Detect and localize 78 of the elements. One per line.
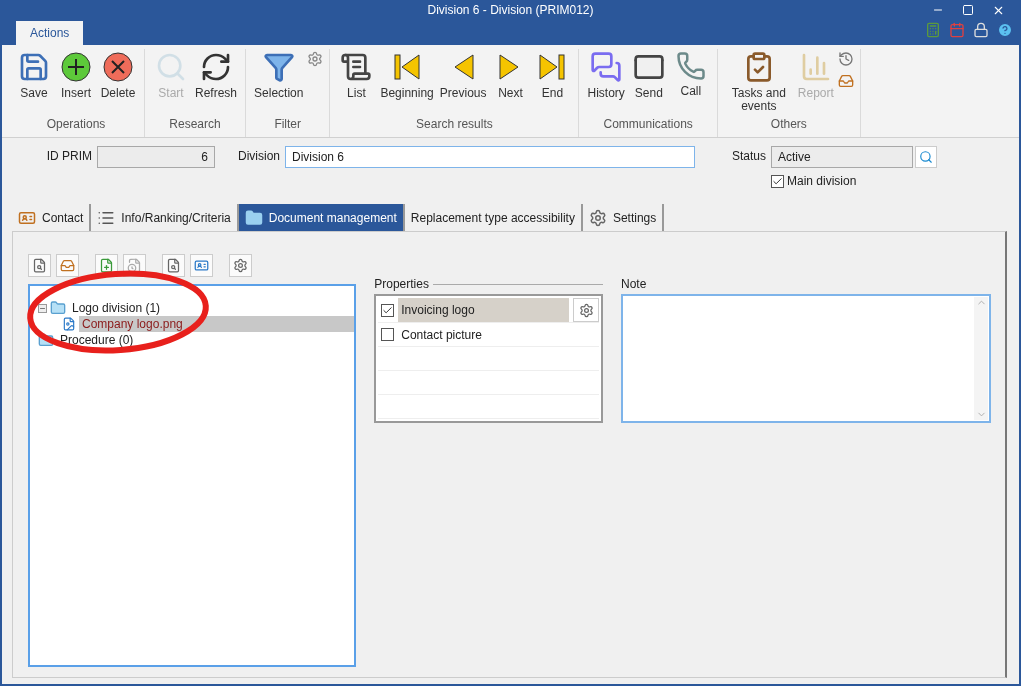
tab[interactable]: Document management [238,204,405,231]
tree-item[interactable]: Company logo.png [79,316,355,332]
ribbon-button[interactable]: Refresh [193,49,240,102]
file-plus-icon [99,258,114,273]
gear-icon [588,208,607,227]
ribbon-button[interactable]: Call [670,49,711,100]
note-field[interactable] [621,294,991,423]
file-search-icon [166,258,181,273]
ribbon-button[interactable]: Beginning [378,49,436,102]
checkbox[interactable] [381,328,395,341]
ribbon-button[interactable]: History [585,49,627,102]
ribbon-tab[interactable]: Actions [16,21,84,45]
file-clock-icon [127,258,142,273]
id-field[interactable]: 6 [97,146,215,168]
plus-circle-icon [60,51,92,83]
group-label: Filter [273,117,303,133]
gear-icon [233,258,248,273]
file-search-button[interactable] [162,254,185,277]
settings-button[interactable] [573,298,599,322]
section-label: Properties [374,277,429,291]
property-item[interactable]: Invoicing logo [398,298,569,322]
clock-icon[interactable] [837,51,854,67]
gear-icon [578,302,594,318]
group-label: Communications [602,117,694,133]
field-label: Status [730,148,766,163]
ribbon-button[interactable]: Next [490,49,531,102]
checkbox[interactable] [771,174,784,188]
search-icon [919,150,933,164]
ribbon-button[interactable]: Delete [98,49,138,102]
window-title: Division 6 - Division (PRIM012) [426,3,595,17]
ribbon-button[interactable]: List [336,49,377,102]
tree-item[interactable]: Procedure (0) [57,333,137,347]
help-icon[interactable] [997,22,1013,38]
lock-icon[interactable] [973,22,989,38]
magnifier-icon [155,51,187,83]
folder-icon [38,332,54,348]
inbox-icon[interactable] [837,73,854,89]
folder-icon [244,208,263,227]
file-search-button[interactable] [28,254,51,277]
field-label: Division [237,148,280,163]
refresh-icon [200,51,232,83]
inbox-button[interactable] [56,254,79,277]
checkbox-label: Main division [787,174,857,188]
ribbon-button[interactable]: Insert [56,49,96,102]
group-label: Search results [415,117,494,133]
card-button[interactable] [190,254,213,277]
card-icon [194,258,209,273]
chat-bubbles-icon [590,51,623,83]
division-field[interactable]: Division 6 [285,146,695,168]
ribbon-button[interactable]: Selection [252,49,306,102]
tree-item[interactable]: Logo division (1) [69,301,164,315]
scroll-icon [340,51,373,83]
cross-circle-icon [102,51,134,83]
maximize-icon[interactable] [962,3,974,16]
settings-button[interactable] [229,254,252,277]
search-button[interactable] [915,146,937,168]
gear-icon[interactable] [307,51,324,67]
ribbon-button[interactable]: Previous [437,49,489,102]
funnel-icon [262,51,295,83]
field-label: ID PRIM [45,148,92,163]
folder-icon [50,300,66,316]
phone-icon [675,51,706,81]
collapse-icon[interactable] [38,303,47,313]
file-search-icon [32,258,47,273]
ribbon-button[interactable]: Tasks and events [723,49,794,115]
ribbon-button[interactable]: Save [14,49,54,102]
group-label: Others [769,117,808,133]
ribbon-button[interactable]: Send [628,49,669,102]
status-field[interactable]: Active [771,146,913,168]
checkbox[interactable] [381,303,395,317]
inbox-icon [60,258,75,273]
ribbon-button[interactable]: End [532,49,573,102]
group-label: Operations [45,117,107,133]
section-label: Note [621,277,648,291]
group-label: Research [168,117,222,133]
property-item[interactable]: Contact picture [398,323,599,346]
calculator-icon[interactable] [925,22,941,38]
image-file-icon [62,317,76,331]
